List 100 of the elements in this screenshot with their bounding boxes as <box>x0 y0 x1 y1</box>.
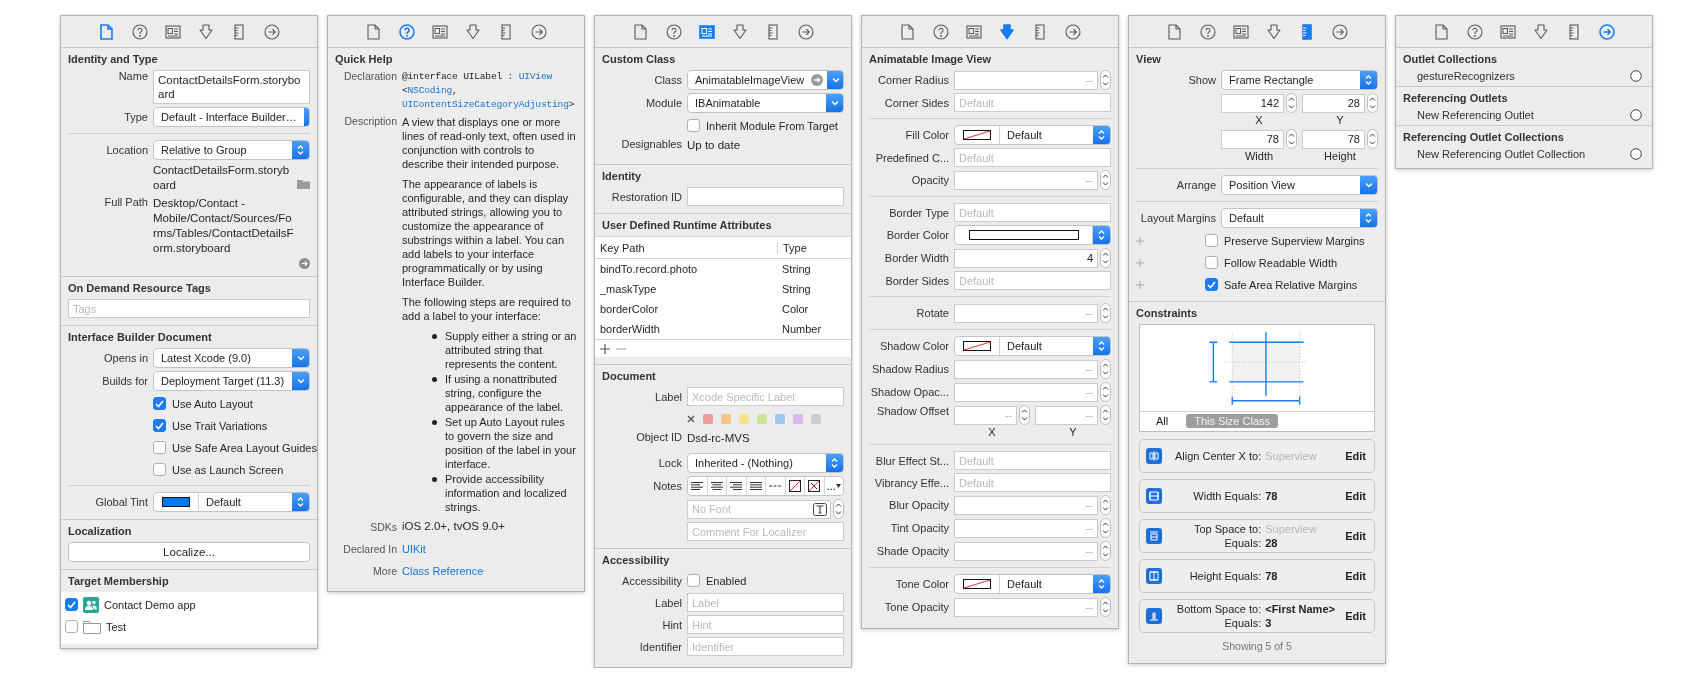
inspector-tab[interactable] <box>529 22 548 41</box>
pulldown-button[interactable]: Latest Xcode (9.0) <box>153 348 310 368</box>
reference-link[interactable]: Class Reference <box>402 564 484 577</box>
stepper[interactable] <box>1100 495 1111 515</box>
declaration-link[interactable]: UIContentSizeCategoryAdjusting <box>402 99 569 110</box>
text-field[interactable]: Hint <box>687 615 844 634</box>
text-field[interactable]: Comment For Localizer <box>687 522 844 541</box>
checkbox[interactable] <box>65 598 78 611</box>
inspector-tab[interactable] <box>97 22 116 41</box>
column-header[interactable]: Type <box>777 241 851 254</box>
inspector-tab[interactable] <box>997 22 1016 41</box>
font-field[interactable]: No Font <box>687 499 831 519</box>
stepper[interactable] <box>1019 405 1030 425</box>
number-field[interactable]: 142 <box>1221 93 1284 113</box>
checkbox[interactable] <box>1205 256 1218 269</box>
edit-button[interactable]: Edit <box>1345 450 1366 462</box>
label-color-swatch[interactable] <box>703 413 713 424</box>
stepper[interactable] <box>1100 405 1111 425</box>
color-button[interactable] <box>805 477 825 495</box>
number-field[interactable]: 78 <box>1221 129 1284 149</box>
text-field[interactable]: Default <box>954 148 1111 167</box>
inspector-tab[interactable] <box>931 22 950 41</box>
text-field[interactable]: Identifier <box>687 637 844 656</box>
stepper[interactable] <box>833 499 844 519</box>
checkbox[interactable] <box>687 119 700 132</box>
inspector-tab[interactable] <box>262 22 281 41</box>
inspector-tab[interactable] <box>631 22 650 41</box>
edit-button[interactable]: Edit <box>1345 570 1366 582</box>
text-field[interactable] <box>687 187 844 206</box>
label-color-swatch[interactable] <box>775 413 785 424</box>
column-header[interactable]: Key Path <box>595 241 777 254</box>
number-field[interactable]: -- <box>1035 405 1098 425</box>
pulldown-button[interactable]: Position View <box>1221 175 1378 195</box>
inspector-tab[interactable] <box>430 22 449 41</box>
number-field[interactable]: -- <box>954 541 1098 561</box>
stepper[interactable] <box>1100 359 1111 379</box>
label-color-swatch[interactable] <box>721 413 731 424</box>
inspector-tab[interactable] <box>130 22 149 41</box>
color-popup-button[interactable] <box>954 225 1111 245</box>
folder-icon[interactable] <box>297 179 310 189</box>
edit-button[interactable]: Edit <box>1345 610 1366 622</box>
label-color-swatch[interactable] <box>793 413 803 424</box>
pulldown-button[interactable]: Deployment Target (11.3) <box>153 371 310 391</box>
number-field[interactable]: 78 <box>1302 129 1365 149</box>
stepper[interactable] <box>1100 518 1111 538</box>
inspector-tab[interactable] <box>664 22 683 41</box>
label-color-swatch[interactable] <box>739 413 749 424</box>
checkbox[interactable] <box>65 620 78 633</box>
close-icon[interactable] <box>687 414 695 423</box>
checkbox[interactable] <box>153 397 166 410</box>
color-popup-button[interactable]: Default <box>954 125 1111 145</box>
class-combo-box[interactable]: AnimatableImageView <box>687 70 844 90</box>
text-field[interactable]: Default <box>954 451 1111 470</box>
color-popup-button[interactable]: Default <box>153 492 310 512</box>
inspector-tab[interactable] <box>964 22 983 41</box>
inspector-tab[interactable] <box>1231 22 1250 41</box>
popup-button[interactable]: Default - Interface Builder… <box>153 107 310 127</box>
popup-button[interactable]: Frame Rectangle <box>1221 70 1378 90</box>
stepper[interactable] <box>1367 129 1378 149</box>
inspector-tab[interactable] <box>1498 22 1517 41</box>
inspector-tab[interactable] <box>898 22 917 41</box>
number-field[interactable]: -- <box>954 518 1098 538</box>
checkbox[interactable] <box>687 574 700 587</box>
connection-circle-icon[interactable] <box>1630 109 1642 121</box>
inspector-tab[interactable] <box>1063 22 1082 41</box>
stepper[interactable] <box>1100 70 1111 90</box>
checkbox[interactable] <box>153 419 166 432</box>
stepper[interactable] <box>1100 541 1111 561</box>
arrow-circle-icon[interactable] <box>811 74 824 86</box>
number-field[interactable]: 4 <box>954 248 1098 268</box>
number-field[interactable]: -- <box>954 405 1017 425</box>
align-button[interactable] <box>688 477 708 495</box>
more-button[interactable]: ... <box>824 477 843 495</box>
number-field[interactable]: -- <box>954 70 1098 90</box>
label-color-swatch[interactable] <box>811 413 821 424</box>
declaration-link[interactable]: UIView <box>518 71 553 82</box>
number-field[interactable]: -- <box>954 597 1098 617</box>
color-popup-button[interactable]: Default <box>954 336 1111 356</box>
number-field[interactable]: -- <box>954 303 1098 323</box>
popup-button[interactable]: Relative to Group <box>153 140 310 160</box>
arrow-circle-icon[interactable] <box>299 258 310 269</box>
reference-link[interactable]: UIKit <box>402 542 426 555</box>
inspector-tab[interactable] <box>697 22 716 41</box>
edit-button[interactable]: Edit <box>1345 490 1366 502</box>
stepper[interactable] <box>1100 248 1111 268</box>
text-field[interactable]: Default <box>954 93 1111 112</box>
inspector-tab[interactable] <box>364 22 383 41</box>
size-class-tab[interactable]: All <box>1148 414 1177 428</box>
inspector-tab[interactable] <box>1597 22 1616 41</box>
inspector-tab[interactable] <box>796 22 815 41</box>
popup-button[interactable]: Inherited - (Nothing) <box>687 453 844 473</box>
checkbox[interactable] <box>1205 234 1218 247</box>
localize-button[interactable]: Localize... <box>68 542 310 562</box>
inspector-tab[interactable] <box>397 22 416 41</box>
stepper[interactable] <box>1100 597 1111 617</box>
text-field[interactable]: Label <box>687 593 844 612</box>
add-icon[interactable] <box>600 343 610 354</box>
inspector-tab[interactable] <box>1198 22 1217 41</box>
connection-circle-icon[interactable] <box>1630 70 1642 82</box>
checkbox[interactable] <box>153 441 166 454</box>
